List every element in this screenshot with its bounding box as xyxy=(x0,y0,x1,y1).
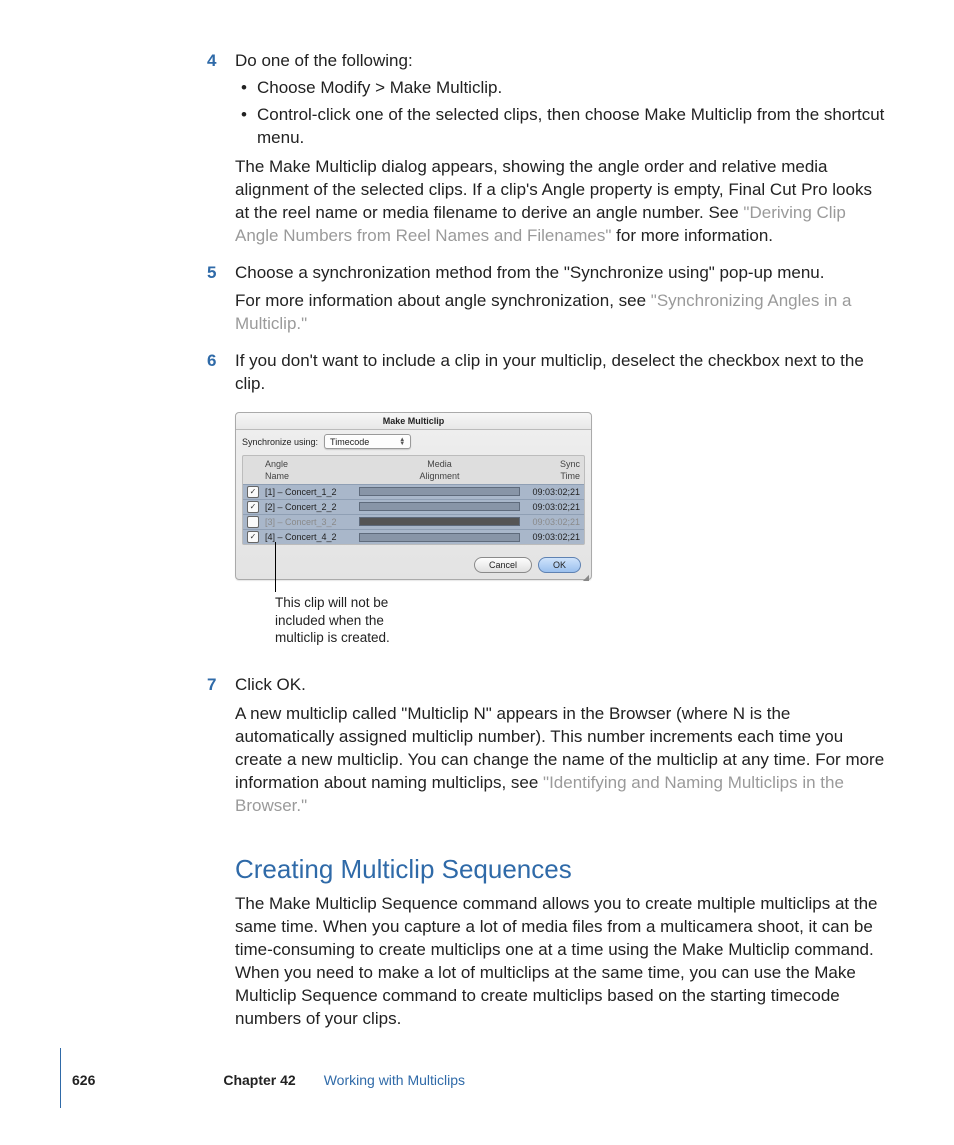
header-sync: Sync Time xyxy=(524,458,580,482)
chapter-label: Chapter 42 xyxy=(223,1071,295,1090)
paragraph: For more information about angle synchro… xyxy=(235,290,885,336)
paragraph: A new multiclip called "Multiclip N" app… xyxy=(235,703,885,818)
step-text: Click OK. xyxy=(235,675,306,694)
make-multiclip-dialog: Make Multiclip Synchronize using: Timeco… xyxy=(235,412,592,580)
angle-cell: [3] – Concert_3_2 xyxy=(265,516,355,528)
main-content: 4 Do one of the following: Choose Modify… xyxy=(235,50,885,1045)
popup-arrows-icon: ▲▼ xyxy=(399,438,405,446)
include-checkbox[interactable] xyxy=(247,501,259,513)
para-text: for more information. xyxy=(616,226,773,245)
header-media: Media Alignment xyxy=(355,458,524,482)
header-angle: Angle Name xyxy=(265,458,355,482)
section-body: The Make Multiclip Sequence command allo… xyxy=(235,893,885,1031)
include-checkbox[interactable] xyxy=(247,531,259,543)
angle-cell: [4] – Concert_4_2 xyxy=(265,531,355,543)
paragraph: The Make Multiclip dialog appears, showi… xyxy=(235,156,885,248)
callout-leader-line xyxy=(275,542,276,592)
table-row: [1] – Concert_1_2 09:03:02;21 xyxy=(243,484,584,499)
ok-button[interactable]: OK xyxy=(538,557,581,573)
sync-popup[interactable]: Timecode ▲▼ xyxy=(324,434,411,449)
include-checkbox[interactable] xyxy=(247,516,259,528)
step-text: Choose a synchronization method from the… xyxy=(235,263,824,282)
angle-cell: [1] – Concert_1_2 xyxy=(265,486,355,498)
step-7: 7 Click OK. A new multiclip called "Mult… xyxy=(235,674,885,818)
callout: This clip will not be included when the … xyxy=(235,586,885,666)
media-cell xyxy=(355,517,524,526)
bullet-item: Choose Modify > Make Multiclip. xyxy=(235,77,885,100)
media-bar xyxy=(359,517,520,526)
step-text: Do one of the following: xyxy=(235,51,413,70)
media-cell xyxy=(355,533,524,542)
step-6: 6 If you don't want to include a clip in… xyxy=(235,350,885,396)
step-number: 5 xyxy=(207,262,216,285)
table-row: [2] – Concert_2_2 09:03:02;21 xyxy=(243,499,584,514)
sync-row: Synchronize using: Timecode ▲▼ xyxy=(236,430,591,453)
para-text: For more information about angle synchro… xyxy=(235,291,651,310)
cancel-button[interactable]: Cancel xyxy=(474,557,532,573)
sync-label: Synchronize using: xyxy=(242,436,318,448)
step-number: 4 xyxy=(207,50,216,73)
media-bar xyxy=(359,502,520,511)
page-footer: 626 Chapter 42 Working with Multiclips xyxy=(60,1071,465,1090)
callout-text: This clip will not be included when the … xyxy=(275,594,435,647)
footer-rule xyxy=(60,1048,61,1108)
media-bar xyxy=(359,487,520,496)
resize-handle-icon[interactable]: ◢ xyxy=(236,573,591,579)
dialog-title: Make Multiclip xyxy=(236,413,591,430)
media-cell xyxy=(355,502,524,511)
step-text: If you don't want to include a clip in y… xyxy=(235,351,864,393)
table-row: [4] – Concert_4_2 09:03:02;21 xyxy=(243,529,584,544)
media-bar xyxy=(359,533,520,542)
sync-cell: 09:03:02;21 xyxy=(524,486,580,498)
include-checkbox[interactable] xyxy=(247,486,259,498)
table-header: Angle Name Media Alignment Sync Time xyxy=(243,456,584,483)
table-row: [3] – Concert_3_2 09:03:02;21 xyxy=(243,514,584,529)
sync-cell: 09:03:02;21 xyxy=(524,531,580,543)
sync-cell: 09:03:02;21 xyxy=(524,501,580,513)
page-number: 626 xyxy=(72,1071,95,1090)
step-5: 5 Choose a synchronization method from t… xyxy=(235,262,885,337)
angle-cell: [2] – Concert_2_2 xyxy=(265,501,355,513)
sync-value: Timecode xyxy=(330,436,369,448)
document-page: 4 Do one of the following: Choose Modify… xyxy=(0,0,954,1145)
media-cell xyxy=(355,487,524,496)
step-4: 4 Do one of the following: Choose Modify… xyxy=(235,50,885,248)
step-number: 6 xyxy=(207,350,216,373)
section-heading: Creating Multiclip Sequences xyxy=(235,852,885,887)
bullet-item: Control-click one of the selected clips,… xyxy=(235,104,885,150)
sync-cell: 09:03:02;21 xyxy=(524,516,580,528)
clip-table: Angle Name Media Alignment Sync Time [1]… xyxy=(242,455,585,545)
chapter-title: Working with Multiclips xyxy=(324,1071,465,1090)
step-number: 7 xyxy=(207,674,216,697)
